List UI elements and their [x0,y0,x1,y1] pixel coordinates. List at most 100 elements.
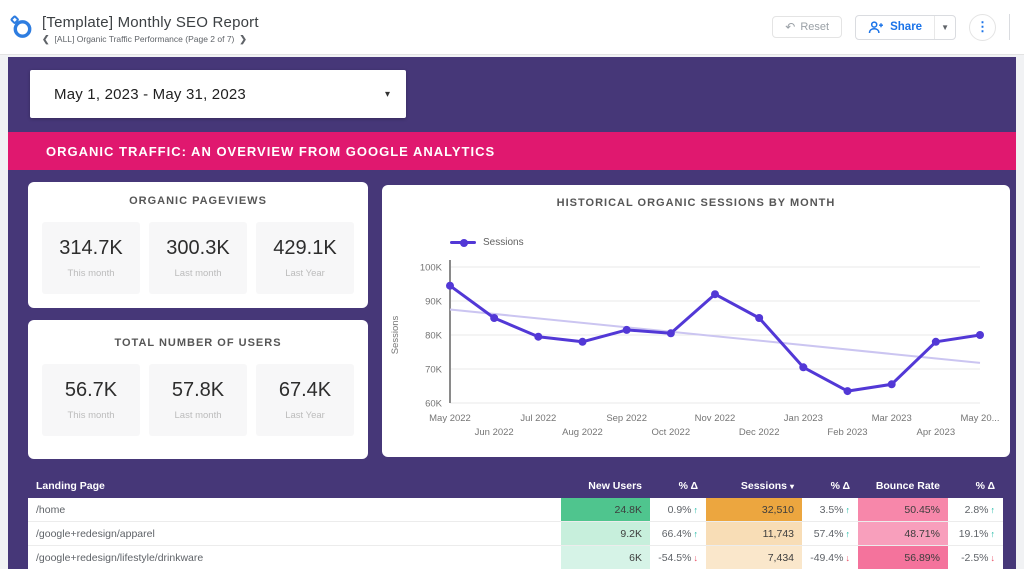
delta-value: 19.1% [958,527,989,540]
share-split-button[interactable]: Share ▼ [855,14,956,40]
metric-value: 67.4K [278,379,332,401]
delta-value: -2.5% [961,551,989,564]
table-header-band: Landing Page New Users % Δ Sessions ▾ % Δ… [8,474,1016,498]
metric-label: Last Year [285,268,325,279]
date-range-picker[interactable]: May 1, 2023 - May 31, 2023 ▾ [30,70,406,118]
chevron-right-icon[interactable]: ❯ [239,34,247,45]
looker-studio-report-viewer: [Template] Monthly SEO Report ❮ [ALL] Or… [0,0,1024,569]
arrow-up-icon: ↑ [693,504,699,515]
delta-value: 3.5% [819,503,844,516]
current-page-label[interactable]: [ALL] Organic Traffic Performance (Page … [55,34,235,44]
landing-page-cell: /home [36,503,66,516]
svg-text:100K: 100K [420,263,443,274]
column-header-bounce-delta[interactable]: % Δ [948,480,1003,492]
card-title: TOTAL NUMBER OF USERS [114,337,282,349]
table-row: /google+redesign/apparel 9.2K 66.4% ↑ 11,… [28,522,1003,546]
new-users-delta-cell: 66.4% ↑ [650,522,706,545]
new-users-delta-cell: 0.9% ↑ [650,498,706,521]
arrow-down-icon: ↓ [845,552,851,563]
new-users-cell: 24.8K [561,498,650,521]
landing-page-cell: /google+redesign/lifestyle/drinkware [36,551,204,564]
delta-value: -49.4% [810,551,844,564]
svg-text:Jan 2023: Jan 2023 [784,413,823,424]
share-options-caret[interactable]: ▼ [934,15,955,39]
column-header-label: Sessions [740,480,787,492]
sessions-cell: 7,434 [706,546,802,569]
dropdown-caret-icon: ▾ [384,88,390,100]
arrow-up-icon: ↑ [990,528,996,539]
organic-pageviews-card: ORGANIC PAGEVIEWS 314.7K This month 300.… [28,182,368,308]
kebab-icon: ⋮ [976,19,989,34]
section-banner: ORGANIC TRAFFIC: AN OVERVIEW FROM GOOGLE… [8,132,1016,170]
svg-text:Jul 2022: Jul 2022 [520,413,556,424]
reset-button[interactable]: ↶ Reset [772,16,843,38]
sessions-delta-cell: -49.4% ↓ [802,546,858,569]
scorecard-this-month: 314.7K This month [42,222,140,294]
new-users-delta-cell: -54.5% ↓ [650,546,706,569]
top-bar-actions: ↶ Reset Share ▼ ⋮ [772,13,1024,41]
sort-descending-icon: ▾ [789,482,794,491]
svg-text:Apr 2023: Apr 2023 [917,427,956,438]
metric-label: Last month [174,410,222,421]
bounce-delta-cell: 2.8% ↑ [948,498,1003,521]
svg-text:Mar 2023: Mar 2023 [872,413,912,424]
svg-text:80K: 80K [425,331,443,342]
card-title: ORGANIC PAGEVIEWS [129,195,267,207]
share-button[interactable]: Share [856,16,934,39]
bounce-rate-cell: 56.89% [858,546,948,569]
arrow-up-icon: ↑ [845,528,851,539]
column-header-new-users-delta[interactable]: % Δ [650,480,706,492]
sessions-cell: 32,510 [706,498,802,521]
more-options-button[interactable]: ⋮ [969,13,996,41]
column-header-sessions[interactable]: Sessions ▾ [706,480,802,492]
bounce-rate-cell: 50.45% [858,498,948,521]
svg-text:Aug 2022: Aug 2022 [562,427,603,438]
arrow-up-icon: ↑ [693,528,699,539]
bounce-rate-cell: 48.71% [858,522,948,545]
svg-text:May 2022: May 2022 [429,413,471,424]
caret-down-icon: ▼ [941,22,949,32]
bounce-delta-cell: -2.5% ↓ [948,546,1003,569]
column-header-bounce-rate[interactable]: Bounce Rate [858,480,948,492]
landing-page-cell: /google+redesign/apparel [36,527,155,540]
metric-value: 300.3K [166,237,230,259]
person-add-icon [868,20,884,33]
bounce-delta-cell: 19.1% ↑ [948,522,1003,545]
sessions-line-chart: 60K 70K 80K 90K 100K Sessions May 2022 Jun 2022… [390,260,1000,438]
report-canvas: May 1, 2023 - May 31, 2023 ▾ ORGANIC TRA… [8,57,1016,569]
chart-title: HISTORICAL ORGANIC SESSIONS BY MONTH [556,197,836,209]
scorecard-this-month: 56.7K This month [42,364,140,436]
metric-value: 429.1K [273,237,337,259]
column-header-landing-page[interactable]: Landing Page [28,480,561,492]
scorecard-last-year: 429.1K Last Year [256,222,354,294]
chevron-left-icon[interactable]: ❮ [42,34,50,45]
column-header-new-users[interactable]: New Users [561,480,650,492]
column-header-sessions-delta[interactable]: % Δ [802,480,858,492]
sessions-delta-cell: 57.4% ↑ [802,522,858,545]
svg-text:Oct 2022: Oct 2022 [652,427,691,438]
legend-line-swatch [450,238,476,247]
metric-row: 56.7K This month 57.8K Last month 67.4K … [28,364,368,436]
metric-row: 314.7K This month 300.3K Last month 429.… [28,222,368,294]
metric-label: Last Year [285,410,325,421]
arrow-down-icon: ↓ [990,552,996,563]
section-banner-title: ORGANIC TRAFFIC: AN OVERVIEW FROM GOOGLE… [46,143,496,159]
table-body: /home 24.8K 0.9% ↑ 32,510 3.5% ↑ 50.45% 2.… [28,498,1003,569]
scorecard-last-month: 57.8K Last month [149,364,247,436]
top-bar-left: [Template] Monthly SEO Report ❮ [ALL] Or… [0,10,772,45]
report-title: [Template] Monthly SEO Report [42,13,259,31]
metric-label: This month [67,410,115,421]
arrow-down-icon: ↓ [693,552,699,563]
svg-text:Sessions: Sessions [390,315,401,354]
svg-text:Nov 2022: Nov 2022 [695,413,736,424]
svg-text:Sep 2022: Sep 2022 [606,413,647,424]
delta-value: 66.4% [661,527,692,540]
reset-label: Reset [800,21,830,33]
delta-value: 57.4% [813,527,844,540]
sessions-chart-card: HISTORICAL ORGANIC SESSIONS BY MONTH Ses… [382,185,1010,457]
metric-label: This month [67,268,115,279]
svg-text:90K: 90K [425,297,443,308]
metric-label: Last month [174,268,222,279]
svg-text:Feb 2023: Feb 2023 [827,427,867,438]
svg-text:Jun 2022: Jun 2022 [475,427,514,438]
